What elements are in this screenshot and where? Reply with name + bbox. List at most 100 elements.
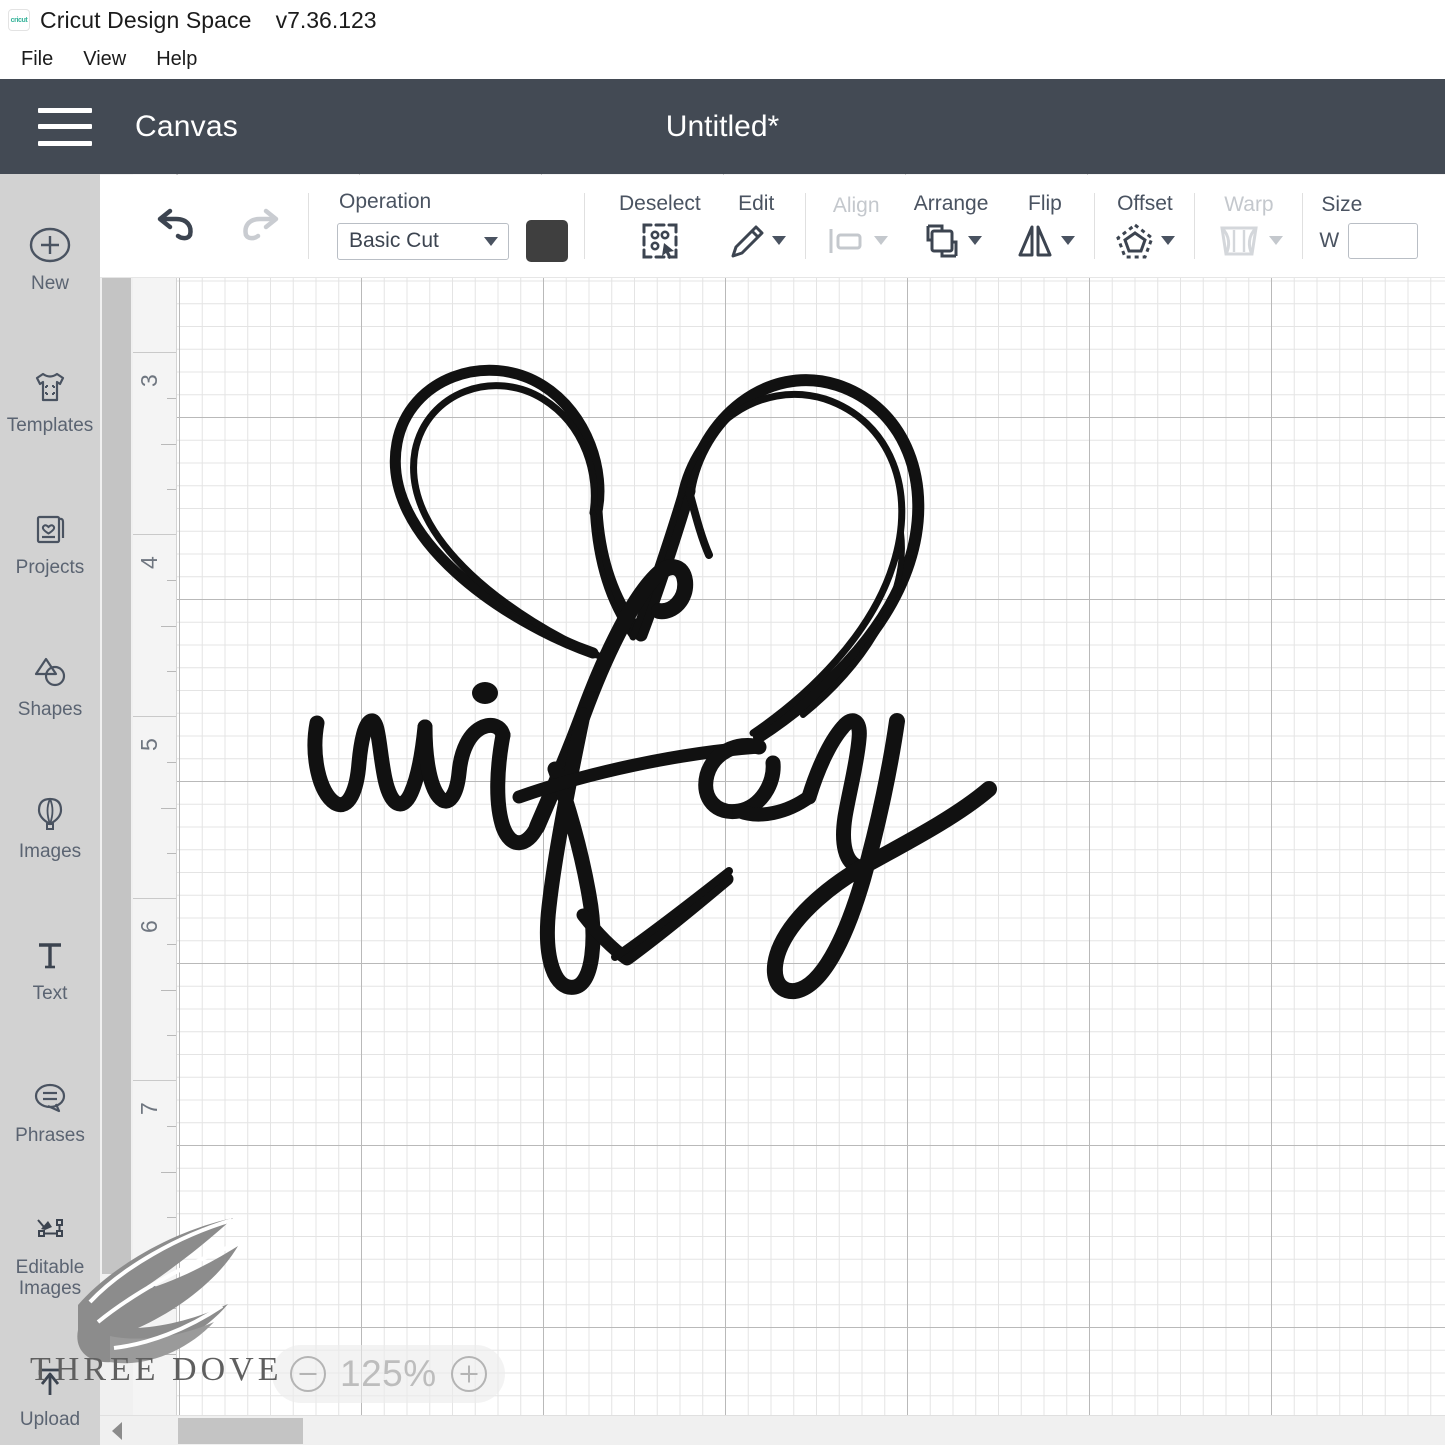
toolbar-divider <box>804 193 806 259</box>
operation-dropdown[interactable]: Basic Cut <box>337 222 509 260</box>
toolbar-divider <box>308 193 309 259</box>
warp-icon <box>1220 226 1259 255</box>
size-label: Size <box>1321 193 1363 216</box>
color-swatch-button[interactable] <box>526 220 568 262</box>
undo-button[interactable] <box>100 205 218 247</box>
offset-button[interactable]: Offset <box>1101 175 1188 277</box>
chevron-down-icon <box>1269 236 1284 245</box>
undo-arrow-icon <box>157 208 193 241</box>
sidebar-item-upload[interactable]: Upload <box>0 1324 100 1445</box>
sidebar-item-new[interactable]: New <box>0 188 100 330</box>
sidebar-label-new: New <box>30 273 69 295</box>
app-version: v7.36.123 <box>275 6 377 33</box>
sidebar-label-editable-images: Editable Images <box>15 1256 85 1299</box>
menu-help[interactable]: Help <box>145 45 208 74</box>
offset-label: Offset <box>1117 191 1173 215</box>
design-toolbar: Operation Basic Cut Deselect Edit Align … <box>100 175 1445 278</box>
flip-label: Flip <box>1028 191 1062 215</box>
arrange-label: Arrange <box>913 191 989 215</box>
sidebar-item-images[interactable]: Images <box>0 756 100 898</box>
zoom-level: 125% <box>340 1353 437 1394</box>
offset-icon <box>1116 222 1155 258</box>
design-grid[interactable]: 125% <box>177 218 1445 1445</box>
upload-arrow-icon <box>38 1368 62 1396</box>
ruler-v-tick: 7 <box>136 1102 162 1115</box>
sidebar-scroll-track[interactable] <box>99 204 133 1415</box>
sidebar-item-templates[interactable]: Templates <box>0 330 100 472</box>
zoom-in-button[interactable] <box>450 1356 487 1392</box>
app-title: Cricut Design Space <box>40 6 252 33</box>
arrange-button[interactable]: Arrange <box>901 175 1002 277</box>
hamburger-icon[interactable] <box>38 107 92 146</box>
flip-button[interactable]: Flip <box>1001 175 1088 277</box>
shapes-icon <box>34 658 66 687</box>
ruler-v-tick: 5 <box>136 738 162 751</box>
size-width-label: W <box>1319 229 1340 252</box>
vertical-ruler: 2 3 4 5 <box>133 218 177 1445</box>
chevron-down-icon <box>1061 236 1076 245</box>
plus-circle-icon <box>29 228 71 263</box>
hot-air-balloon-icon <box>37 798 63 831</box>
horizontal-scrollbar[interactable] <box>100 1415 1445 1445</box>
app-window: cricut Cricut Design Space v7.36.123 Fil… <box>0 0 1445 1445</box>
ruler-v-tick: 6 <box>136 920 162 933</box>
sidebar-scrollbar[interactable] <box>99 174 133 1445</box>
size-group: Size W <box>1309 175 1428 277</box>
arrange-layers-icon <box>926 224 958 257</box>
canvas-label[interactable]: Canvas <box>135 110 238 144</box>
warp-button[interactable]: Warp <box>1201 175 1296 277</box>
chevron-down-icon <box>484 236 498 246</box>
sidebar-item-phrases[interactable]: Phrases <box>0 1040 100 1182</box>
horizontal-scroll-track[interactable] <box>133 1416 1445 1445</box>
sidebar-label-shapes: Shapes <box>17 699 83 721</box>
operation-label: Operation <box>339 190 432 213</box>
chevron-left-icon <box>111 1421 122 1440</box>
scroll-left-button[interactable] <box>100 1416 133 1445</box>
toolbar-divider <box>1302 193 1304 259</box>
deselect-button[interactable]: Deselect <box>591 175 714 277</box>
chevron-down-icon <box>967 236 982 245</box>
chevron-down-icon <box>1161 236 1176 245</box>
menu-file[interactable]: File <box>10 45 64 74</box>
text-t-icon <box>39 943 61 969</box>
tshirt-icon <box>35 373 65 402</box>
pencil-icon <box>731 225 764 257</box>
align-button[interactable]: Align <box>812 175 901 277</box>
canvas-area[interactable]: 3 4 5 6 7 8 125% <box>133 174 1445 1445</box>
card-heart-icon <box>36 516 65 544</box>
align-label: Align <box>832 193 880 217</box>
horizontal-scroll-thumb[interactable] <box>178 1417 303 1444</box>
artwork-wifey-heart[interactable] <box>297 323 1037 1023</box>
zoom-out-button[interactable] <box>290 1356 326 1392</box>
chevron-down-icon <box>771 236 786 245</box>
redo-button[interactable] <box>218 205 302 247</box>
sidebar-item-shapes[interactable]: Shapes <box>0 614 100 756</box>
size-width-input[interactable] <box>1348 223 1419 259</box>
left-sidebar: New Templates Projects Shapes Images Tex… <box>0 174 100 1445</box>
speech-bubble-icon <box>34 1084 66 1113</box>
app-header: Canvas Untitled* <box>0 79 1445 174</box>
menu-bar: File View Help <box>0 40 1445 79</box>
operation-value: Basic Cut <box>349 229 439 252</box>
toolbar-divider <box>1094 193 1096 259</box>
app-body: New Templates Projects Shapes Images Tex… <box>0 174 1445 1445</box>
window-titlebar: cricut Cricut Design Space v7.36.123 <box>0 0 1445 40</box>
operation-group: Operation Basic Cut <box>315 175 578 277</box>
sidebar-label-phrases: Phrases <box>15 1125 85 1147</box>
deselect-label: Deselect <box>619 191 701 215</box>
toolbar-divider <box>584 193 585 259</box>
chevron-down-icon <box>873 236 888 245</box>
sidebar-label-text: Text <box>32 983 68 1005</box>
sidebar-scroll-thumb[interactable] <box>101 204 131 1274</box>
warp-label: Warp <box>1224 192 1274 216</box>
edit-button[interactable]: Edit <box>714 175 799 277</box>
zoom-control: 125% <box>272 1345 505 1403</box>
ruler-v-tick: 3 <box>136 374 162 387</box>
sidebar-item-projects[interactable]: Projects <box>0 472 100 614</box>
menu-view[interactable]: View <box>72 45 137 74</box>
sidebar-item-editable-images[interactable]: Editable Images <box>0 1182 100 1324</box>
cricut-logo-text: cricut <box>10 16 28 24</box>
document-title-text[interactable]: Untitled* <box>666 110 779 143</box>
redo-arrow-icon <box>243 208 279 241</box>
sidebar-item-text[interactable]: Text <box>0 898 100 1040</box>
